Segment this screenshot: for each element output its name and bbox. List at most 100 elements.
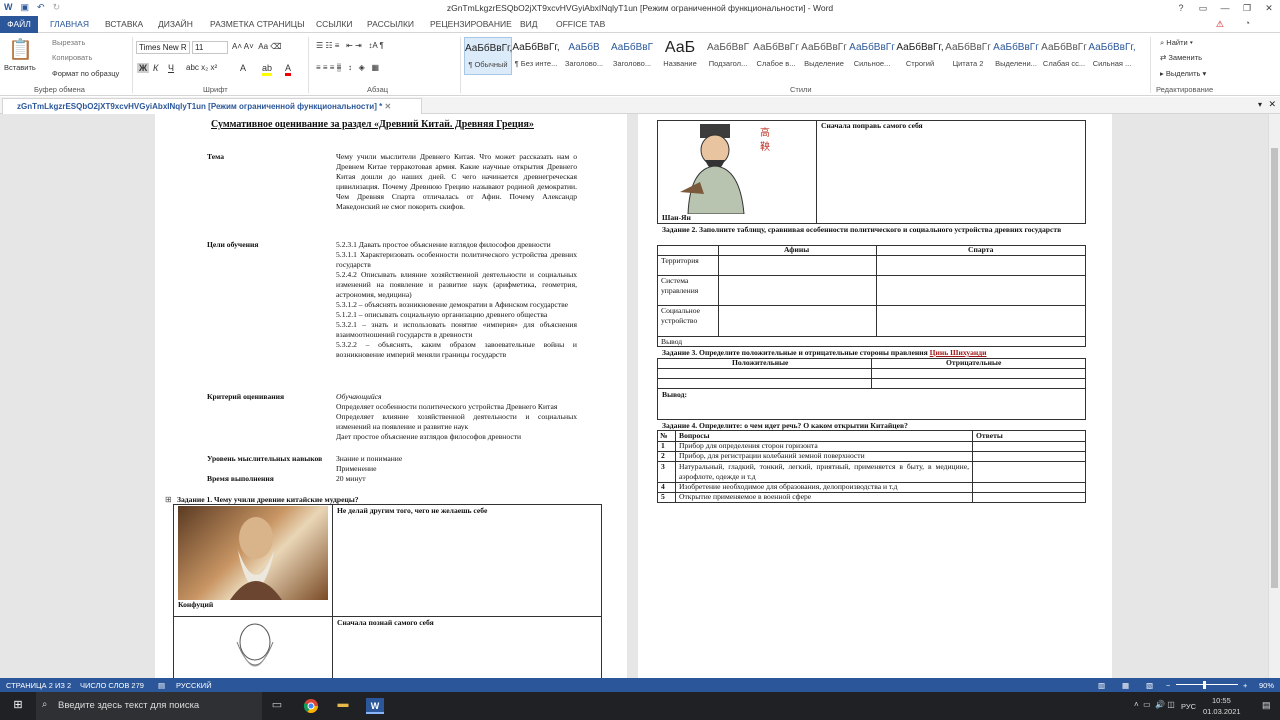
font-color-icon[interactable]: A	[285, 63, 292, 76]
chrome-icon[interactable]	[302, 698, 320, 714]
zoom-level[interactable]: 90%	[1259, 681, 1274, 690]
tab-home[interactable]: ГЛАВНАЯ	[50, 19, 89, 29]
styles-group-label: Стили	[790, 85, 812, 94]
style-item[interactable]: АаБбВвГг Цитата 2	[944, 37, 992, 75]
tab-office-tab[interactable]: OFFICE TAB	[556, 19, 605, 29]
input-language[interactable]: РУС	[1181, 702, 1196, 711]
close-doc-icon[interactable]: ✕	[1268, 99, 1276, 110]
paste-icon[interactable]: 📋	[8, 37, 33, 62]
highlight-icon[interactable]: ab	[262, 63, 273, 76]
style-item[interactable]: АаБбВвГг Слабая сс...	[1040, 37, 1088, 75]
page-2[interactable]: 高鞅 Шан-Ян Сначала поправь самого себя За…	[638, 114, 1112, 678]
style-item[interactable]: АаБбВвГ Подзагол...	[704, 37, 752, 75]
document-workspace[interactable]: Суммативное оценивание за раздел «Древни…	[0, 114, 1280, 678]
windows-start-icon[interactable]: ⊞	[9, 698, 27, 714]
replace-button[interactable]: ⇄ Заменить	[1160, 53, 1202, 62]
style-item[interactable]: АаБбВвГг Слабое в...	[752, 37, 800, 75]
align-icons[interactable]: ≡ ≡ ≡ ≡ ↕ ◈ ▦	[316, 63, 379, 72]
document-tab[interactable]: zGnTmLkgzrESQbO2jXT9xcvHVGyiAbxINqlyT1un…	[2, 98, 422, 114]
page-1[interactable]: Суммативное оценивание за раздел «Древни…	[155, 114, 627, 678]
t4-question: Натуральный, гладкий, тонкий, легкий, пр…	[679, 462, 969, 481]
criteria-item: Определяет влияние хозяйственной деятель…	[336, 412, 577, 431]
task2-table	[657, 245, 1086, 347]
style-item[interactable]: АаБбВвГг, ¶ Обычный	[464, 37, 512, 75]
page-count[interactable]: СТРАНИЦА 2 ИЗ 2	[6, 681, 71, 690]
bold-button[interactable]: Ж	[137, 63, 150, 73]
list-icons[interactable]: ☰ ☷ ≡ ⇤ ⇥ ↕A ¶	[316, 41, 384, 50]
select-button[interactable]: ▸ Выделить ▾	[1160, 69, 1206, 78]
table-line	[657, 275, 1086, 276]
copy-button[interactable]: Копировать	[52, 53, 92, 62]
ribbon-display-icon[interactable]: ▭	[1192, 0, 1214, 16]
close-tab-icon[interactable]: ✕	[384, 102, 391, 111]
tab-references[interactable]: ССЫЛКИ	[316, 19, 352, 29]
zoom-out-icon[interactable]: −	[1166, 681, 1170, 690]
clock-time[interactable]: 10:55	[1212, 696, 1231, 705]
word-count[interactable]: ЧИСЛО СЛОВ 279	[80, 681, 144, 690]
notifications-icon[interactable]: ▤	[1262, 700, 1271, 711]
style-item[interactable]: АаБбВвГг Выделение	[800, 37, 848, 75]
style-item[interactable]: АаБбВвГг, ¶ Без инте...	[512, 37, 560, 75]
warning-icon[interactable]: ⚠	[1216, 19, 1224, 30]
table-move-icon[interactable]: ⊞	[165, 495, 172, 505]
language[interactable]: РУССКИЙ	[176, 681, 212, 690]
style-item[interactable]: АаБбВвГг, Сильная ...	[1088, 37, 1136, 75]
title-bar: W ▣ ↶ ↻ zGnTmLkgzrESQbO2jXT9xcvHVGyiAbxI…	[0, 0, 1280, 16]
close-icon[interactable]: ✕	[1258, 0, 1280, 16]
scroll-thumb[interactable]	[1271, 148, 1278, 588]
paste-button[interactable]: Вставить	[4, 63, 36, 72]
table-line	[657, 378, 1086, 379]
style-item[interactable]: АаБбВ Заголово...	[560, 37, 608, 75]
file-explorer-icon[interactable]: ▬	[334, 698, 352, 714]
tab-layout[interactable]: РАЗМЕТКА СТРАНИЦЫ	[210, 19, 305, 29]
clock-date[interactable]: 01.03.2021	[1203, 707, 1241, 716]
tab-view[interactable]: ВИД	[520, 19, 538, 29]
underline-button[interactable]: Ч	[168, 63, 174, 73]
web-layout-icon[interactable]: ▧	[1146, 681, 1153, 690]
proofing-icon[interactable]: ▤	[158, 681, 165, 690]
table-line	[876, 245, 877, 336]
tray-icons[interactable]: ˄ ▭ 🔊 ◫	[1134, 700, 1175, 709]
read-mode-icon[interactable]: ▥	[1098, 681, 1105, 690]
font-size-select[interactable]: 11	[192, 41, 228, 54]
grow-font-icon[interactable]: A˄ A˅ Aa ⌫	[232, 42, 282, 51]
taskbar-search[interactable]: ⌕ Введите здесь текст для поиска	[36, 692, 262, 720]
style-item[interactable]: АаБбВвГ Заголово...	[608, 37, 656, 75]
find-button[interactable]: ⌕ Найти ▾	[1160, 38, 1193, 48]
quote-3: Сначала поправь самого себя	[821, 121, 923, 130]
zoom-in-icon[interactable]: +	[1243, 681, 1247, 690]
text-effects-icon[interactable]: A	[240, 63, 246, 73]
task-view-icon[interactable]: ▭	[268, 698, 286, 714]
font-name-select[interactable]: Times New R	[136, 41, 190, 54]
help-icon[interactable]: ?	[1170, 0, 1192, 16]
account-icon[interactable]: ◔	[1245, 18, 1250, 28]
italic-button[interactable]: К	[153, 63, 158, 73]
zoom-thumb[interactable]	[1203, 681, 1206, 689]
style-item[interactable]: АаБбВвГг Выделени...	[992, 37, 1040, 75]
tabs-menu-icon[interactable]: ▾	[1258, 100, 1262, 109]
topic-label: Тема	[207, 152, 225, 161]
ribbon: 📋 Вставить Вырезать Копировать Формат по…	[0, 33, 1280, 96]
goals-list: 5.2.3.1 Давать простое объяснение взгляд…	[336, 240, 577, 360]
cut-button[interactable]: Вырезать	[52, 38, 85, 47]
tab-design[interactable]: ДИЗАЙН	[158, 19, 193, 29]
print-layout-icon[interactable]: ▦	[1122, 681, 1129, 690]
tab-insert[interactable]: ВСТАВКА	[105, 19, 143, 29]
zoom-slider[interactable]	[1176, 684, 1238, 685]
word-taskbar-icon[interactable]: W	[366, 698, 384, 714]
format-painter-button[interactable]: Формат по образцу	[52, 69, 119, 78]
tab-mailings[interactable]: РАССЫЛКИ	[367, 19, 414, 29]
strike-sub-sup-icons[interactable]: abc x₂ x²	[186, 63, 217, 72]
style-item[interactable]: АаБ Название	[656, 37, 704, 75]
vertical-scrollbar[interactable]	[1268, 114, 1280, 678]
style-name: Слабая сс...	[1042, 59, 1086, 68]
t2-row: Социальное устройство	[661, 306, 701, 325]
tab-file[interactable]: ФАЙЛ	[0, 16, 38, 33]
tab-review[interactable]: РЕЦЕНЗИРОВАНИЕ	[430, 19, 512, 29]
table-line	[657, 336, 1086, 337]
restore-icon[interactable]: ❐	[1236, 0, 1258, 16]
minimize-icon[interactable]: —	[1214, 0, 1236, 16]
style-item[interactable]: АаБбВвГг Сильное...	[848, 37, 896, 75]
style-item[interactable]: АаБбВвГг, Строгий	[896, 37, 944, 75]
table-line	[718, 245, 719, 336]
